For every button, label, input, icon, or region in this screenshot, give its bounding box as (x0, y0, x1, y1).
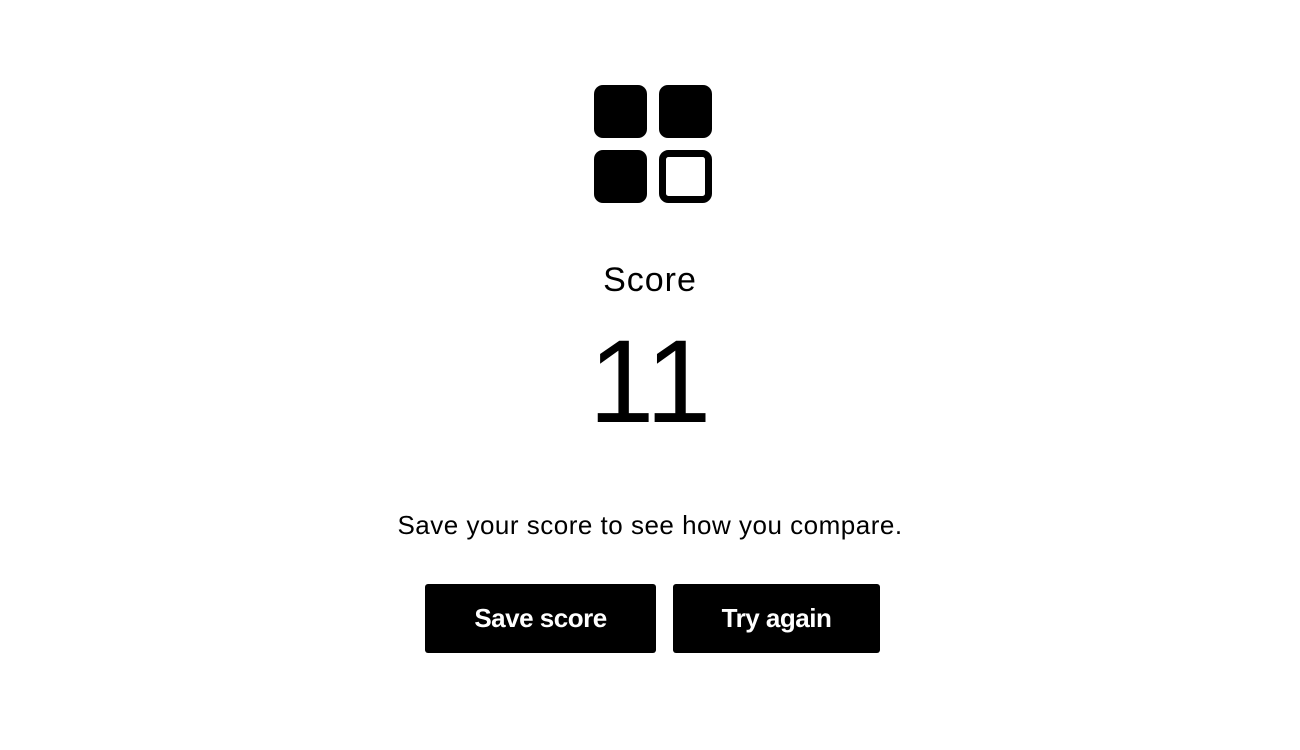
score-label: Score (603, 261, 697, 299)
score-value: 11 (588, 316, 712, 448)
try-again-button[interactable]: Try again (673, 584, 880, 653)
save-score-prompt: Save your score to see how you compare. (397, 510, 903, 540)
save-score-button[interactable]: Save score (425, 584, 656, 653)
grid-logo-icon (594, 85, 712, 203)
